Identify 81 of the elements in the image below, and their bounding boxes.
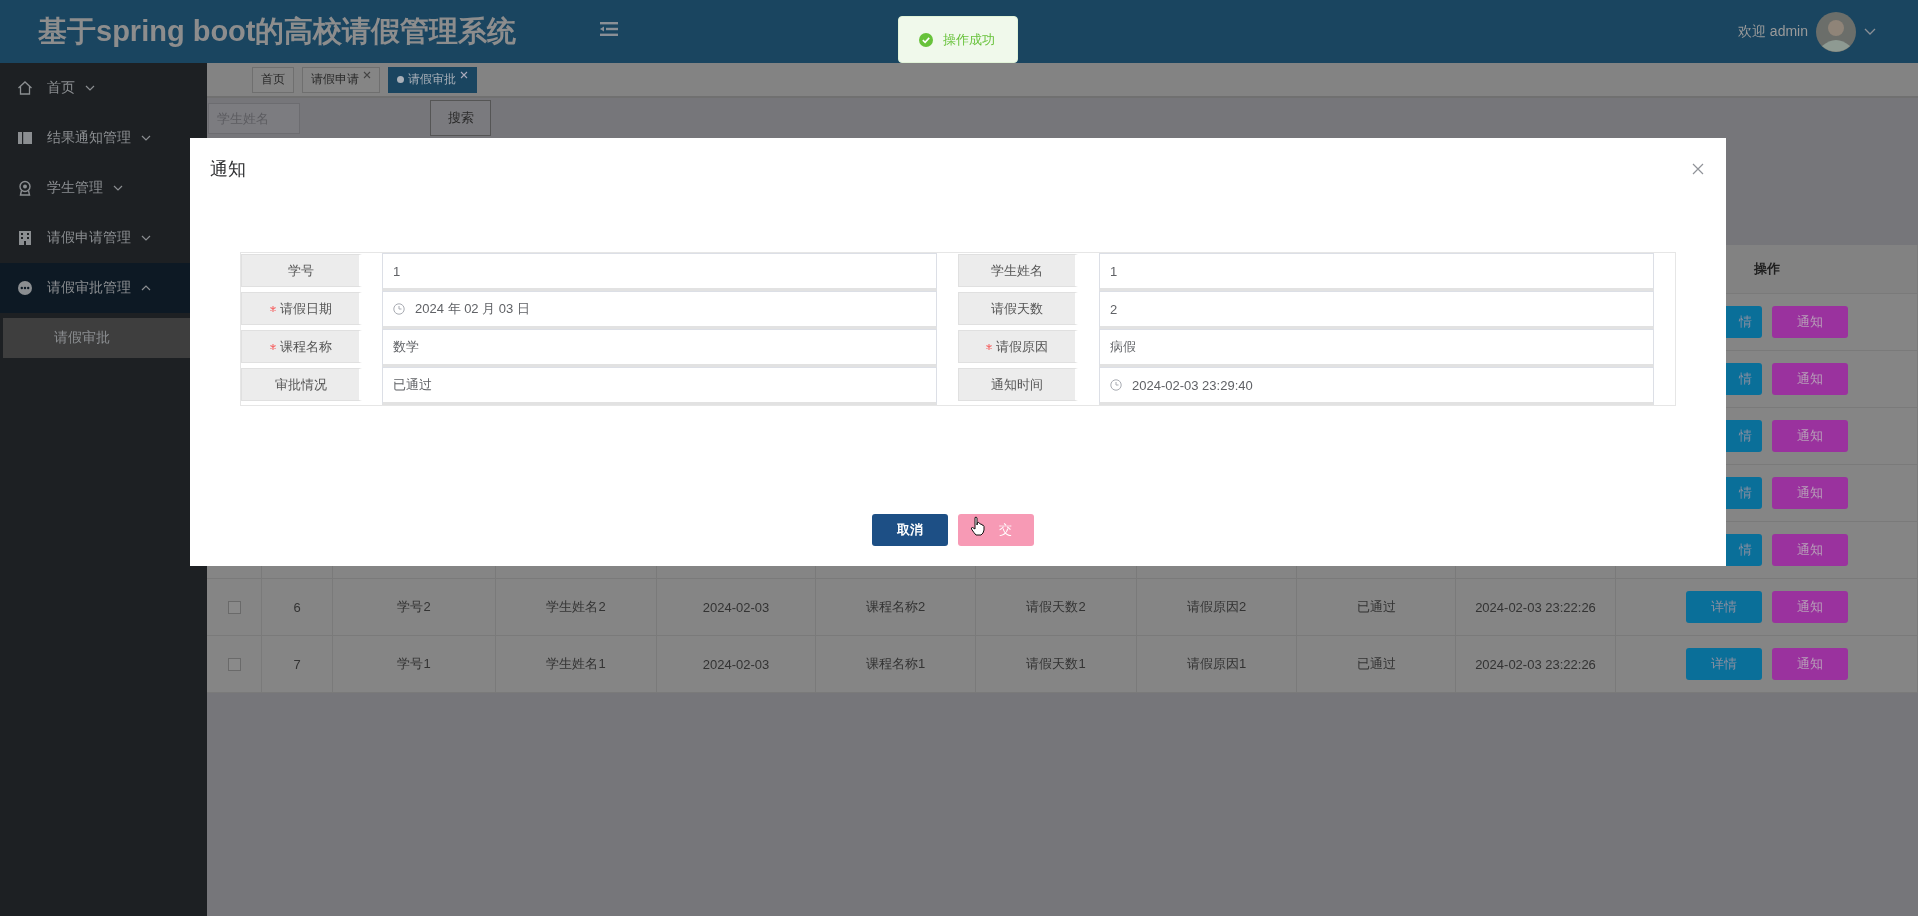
table-cell: 课程名称2 [865, 598, 926, 616]
close-icon[interactable] [1692, 163, 1704, 175]
field-label: 学生姓名 [958, 254, 1078, 287]
hand-cursor-icon [970, 516, 986, 536]
input-field[interactable]: 已通过 [382, 367, 937, 405]
check-circle-icon [919, 32, 933, 47]
chat-dots-icon [17, 280, 33, 296]
dialog-title: 通知 [210, 158, 246, 181]
date-field[interactable]: 2024 年 02 月 03 日 [382, 291, 937, 329]
table-cell: 学号1 [397, 655, 431, 673]
input-field[interactable]: 病假 [1099, 329, 1654, 367]
table-cell: 课程名称1 [865, 655, 926, 673]
sidebar-item[interactable]: 请假申请管理 [0, 213, 207, 263]
field-label: 审批情况 [241, 368, 362, 401]
table-cell: 学生姓名2 [546, 598, 606, 616]
tab[interactable]: 请假申请 [302, 66, 380, 93]
chevron-up-icon [141, 285, 151, 291]
table-cell: 已通过 [1356, 598, 1396, 616]
table-cell: 6 [293, 599, 301, 615]
notify-button[interactable]: 通知 [1771, 648, 1848, 680]
table-cell: 已通过 [1356, 655, 1396, 673]
chevron-down-icon [141, 235, 151, 241]
table-cell: 2024-02-03 [702, 656, 770, 672]
table-cell: 请假天数2 [1026, 598, 1086, 616]
notify-button[interactable]: 通知 [1771, 534, 1848, 566]
table-cell: 2024-02-03 23:22:26 [1475, 599, 1596, 615]
chevron-down-icon [141, 135, 151, 141]
app-title: 基于spring boot的高校请假管理系统 [38, 13, 518, 49]
close-icon[interactable] [363, 70, 371, 79]
table-cell: 请假原因1 [1186, 655, 1247, 673]
field-label: 请假天数 [958, 292, 1078, 325]
field-label: 通知时间 [958, 368, 1078, 401]
sidebar-item[interactable]: 学生管理 [0, 163, 207, 213]
table-cell: 学生姓名1 [546, 655, 606, 673]
table-cell: 7 [293, 656, 301, 672]
date-field[interactable]: 2024-02-03 23:29:40 [1099, 367, 1654, 405]
input-field[interactable]: 数学 [382, 329, 937, 367]
required-icon [986, 343, 992, 350]
book-icon [17, 130, 33, 146]
table-cell: 学号2 [397, 598, 431, 616]
clock-icon [393, 303, 405, 315]
building-icon [17, 230, 33, 246]
chevron-down-icon[interactable] [1864, 27, 1876, 36]
field-label: 课程名称 [241, 330, 362, 363]
chevron-down-icon [85, 85, 95, 91]
notify-button[interactable]: 通知 [1771, 477, 1848, 509]
input-field[interactable]: 1 [1099, 253, 1654, 291]
table-cell: 请假天数1 [1026, 655, 1086, 673]
row-checkbox[interactable] [227, 600, 241, 614]
chevron-down-icon [113, 185, 123, 191]
clock-icon [1110, 379, 1122, 391]
sidebar-item[interactable]: 首页 [0, 63, 207, 113]
menu-icon[interactable] [600, 20, 618, 37]
search-button[interactable]: 搜索 [430, 100, 491, 136]
required-icon [269, 305, 276, 312]
field-label: 请假原因 [958, 330, 1078, 363]
row-checkbox[interactable] [227, 657, 241, 671]
table-cell: 2024-02-03 23:22:26 [1475, 656, 1596, 672]
table-cell: 2024-02-03 [702, 599, 770, 615]
toast-message: 操作成功 [943, 30, 995, 49]
sidebar-item[interactable]: 结果通知管理 [0, 113, 207, 163]
notify-button[interactable]: 通知 [1771, 363, 1848, 395]
table-cell: 请假原因2 [1186, 598, 1247, 616]
field-label: 请假日期 [241, 292, 362, 325]
tab[interactable]: 请假审批 [388, 66, 477, 93]
input-field[interactable]: 1 [382, 253, 937, 291]
sidebar-subitem[interactable]: 请假审批 [3, 318, 190, 358]
field-label: 学号 [241, 254, 362, 287]
notify-button[interactable]: 通知 [1771, 420, 1848, 452]
tab[interactable]: 首页 [252, 66, 294, 93]
welcome-text: 欢迎 admin [1737, 22, 1808, 41]
avatar[interactable] [1816, 11, 1856, 52]
notify-button[interactable]: 通知 [1771, 306, 1848, 338]
close-icon[interactable] [460, 70, 468, 79]
award-icon [17, 180, 33, 196]
notify-button[interactable]: 通知 [1771, 591, 1848, 623]
input-field[interactable]: 2 [1099, 291, 1654, 329]
cancel-button[interactable]: 取消 [872, 514, 948, 546]
required-icon [269, 343, 276, 350]
home-icon [17, 80, 33, 96]
active-dot-icon [397, 76, 404, 83]
